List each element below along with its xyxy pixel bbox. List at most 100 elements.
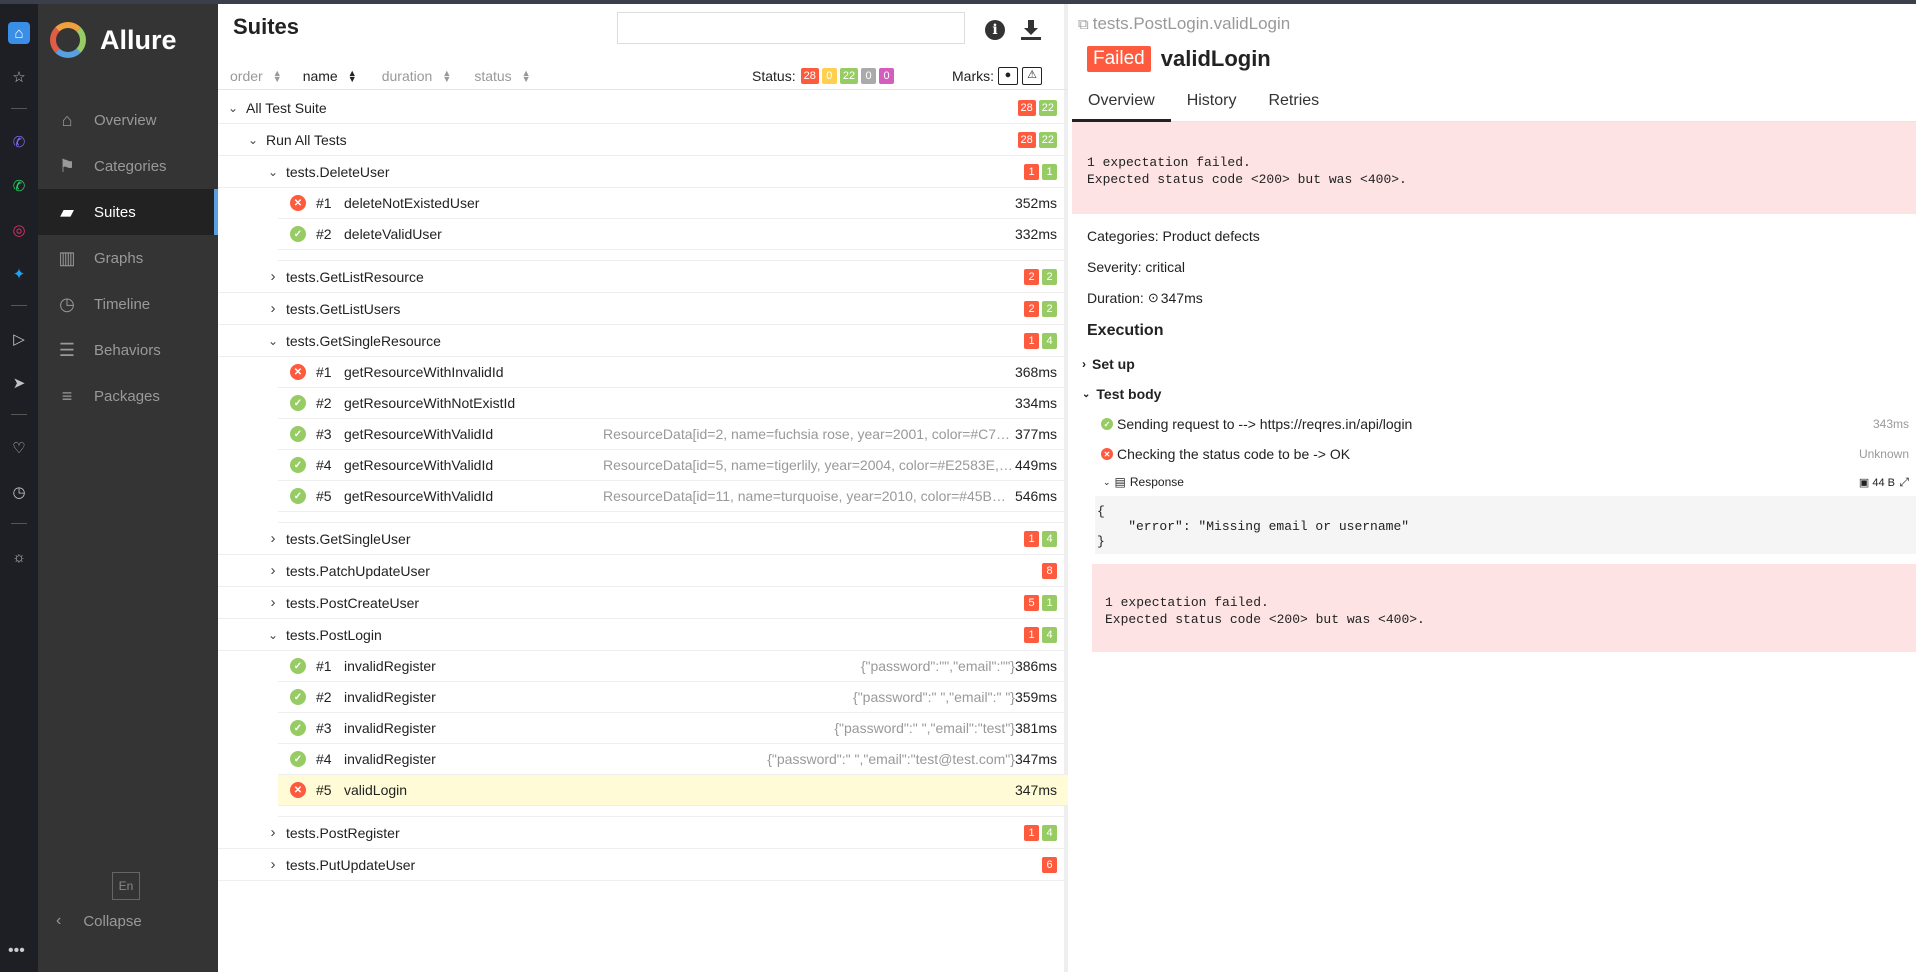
group-counts: 14 — [1021, 332, 1057, 349]
test-meta: {"password":" ","email":"test"} 381ms — [824, 720, 1057, 736]
heart-icon[interactable]: ♡ — [8, 437, 30, 459]
bar-chart-icon: ▥ — [58, 247, 76, 268]
test-row[interactable]: ✓ #3 getResourceWithValidId ResourceData[id… — [278, 419, 1068, 450]
history-clock-icon[interactable]: ◷ — [8, 481, 30, 503]
suite-group-row[interactable]: ⌄ Run All Tests 28 22 — [218, 124, 1068, 156]
suite-group-label: tests.PostRegister — [286, 824, 400, 841]
test-row[interactable]: ✕ #1 getResourceWithInvalidId 368ms — [278, 357, 1068, 388]
attachment-label: Response — [1129, 475, 1184, 489]
test-row[interactable]: ✕ #5 validLogin 347ms — [278, 775, 1068, 806]
step-check-status[interactable]: ✕ Checking the status code to be -> OK U… — [1101, 446, 1909, 462]
download-icon[interactable] — [1019, 18, 1043, 42]
instagram-icon[interactable]: ◎ — [8, 219, 30, 241]
chevron-down-icon: ⌄ — [1103, 476, 1111, 487]
test-name: getResourceWithNotExistId — [344, 395, 516, 411]
sidebar-item-overview[interactable]: ⌂ Overview — [38, 97, 218, 143]
sidebar-item-suites[interactable]: ▰ Suites — [38, 189, 218, 235]
new-failed-mark-icon[interactable]: ⚠ — [1022, 66, 1042, 85]
test-parameters: {"password":" ","email":"test@test.com"} — [767, 751, 1015, 767]
whatsapp-icon[interactable]: ✆ — [8, 175, 30, 197]
tab-retries[interactable]: Retries — [1252, 84, 1335, 122]
test-row[interactable]: ✓ #2 invalidRegister {"password":" ","email… — [278, 682, 1068, 713]
marks-label: Marks: — [952, 67, 994, 84]
test-row[interactable]: ✓ #4 getResourceWithValidId ResourceData[id… — [278, 450, 1068, 481]
group-counts: 14 — [1021, 530, 1057, 547]
sort-duration[interactable]: duration ▲ ▼ — [382, 68, 452, 84]
expand-icon[interactable]: ⤢ — [1899, 475, 1909, 490]
test-row[interactable]: ✓ #1 invalidRegister {"password":"","email"… — [278, 651, 1068, 682]
messenger-icon[interactable]: ✆ — [8, 131, 30, 153]
suite-group-row[interactable]: › tests.GetSingleUser 1 4 — [218, 523, 1068, 555]
info-icon[interactable]: i — [985, 20, 1005, 40]
failed-count-badge: 2 — [1024, 268, 1039, 285]
suite-group-row[interactable]: › tests.PutUpdateUser 6 — [218, 849, 1068, 881]
search-input[interactable] — [617, 12, 965, 44]
player-icon[interactable]: ▷ — [8, 328, 30, 350]
test-row[interactable]: ✕ #1 deleteNotExistedUser 352ms — [278, 188, 1068, 219]
collapse-button[interactable]: ‹ Collapse — [56, 912, 142, 930]
suite-group-row[interactable]: › tests.PostCreateUser 5 1 — [218, 587, 1068, 619]
tab-overview[interactable]: Overview — [1072, 84, 1171, 122]
sidebar-item-label: Suites — [94, 203, 136, 221]
categories: Categories: Product defects — [1087, 228, 1260, 244]
sidebar-item-graphs[interactable]: ▥ Graphs — [38, 235, 218, 281]
send-icon[interactable]: ➤ — [8, 372, 30, 394]
test-row[interactable]: ✓ #5 getResourceWithValidId ResourceData[id… — [278, 481, 1068, 512]
test-row[interactable]: ✓ #3 invalidRegister {"password":" ","email… — [278, 713, 1068, 744]
test-row[interactable]: ✓ #4 invalidRegister {"password":" ","email… — [278, 744, 1068, 775]
passed-icon: ✓ — [290, 488, 306, 504]
attachment-response[interactable]: ⌄ ▤ Response ▣ 44 B ⤢ — [1103, 475, 1909, 490]
suite-group-row[interactable]: ⌄ tests.DeleteUser 1 1 — [218, 156, 1068, 188]
passed-icon: ✓ — [290, 689, 306, 705]
more-icon[interactable]: ••• — [8, 942, 25, 960]
sidebar-item-categories[interactable]: ⚑ Categories — [38, 143, 218, 189]
sidebar-item-packages[interactable]: ≡ Packages — [38, 373, 218, 419]
browser-sidebar: ⌂ ☆ ✆ ✆ ◎ ✦ ▷ ➤ ♡ ◷ ☼ ••• — [0, 4, 38, 972]
passed-count-badge: 2 — [1042, 300, 1057, 317]
group-counts: 8 — [1039, 562, 1057, 579]
language-button[interactable]: En — [112, 872, 140, 900]
test-row[interactable]: ✓ #2 deleteValidUser 332ms — [278, 219, 1068, 250]
test-meta: ResourceData[id=5, name=tigerlily, year=… — [603, 457, 1057, 473]
sidebar-item-timeline[interactable]: ◷ Timeline — [38, 281, 218, 327]
sidebar-item-label: Behaviors — [94, 341, 161, 359]
step-sending-request[interactable]: ✓ Sending request to --> https://reqres.… — [1101, 416, 1909, 432]
setup-section[interactable]: › Set up — [1082, 356, 1135, 372]
status-broken-toggle[interactable]: 0 — [821, 67, 837, 84]
sort-status[interactable]: status ▲ ▼ — [474, 68, 530, 84]
test-duration: 352ms — [1014, 195, 1057, 211]
sort-arrows-icon: ▲ ▼ — [347, 67, 357, 84]
save-icon[interactable]: ▣ — [1859, 477, 1869, 489]
suite-tests: ✓ #1 invalidRegister {"password":"","email"… — [278, 651, 1068, 817]
status-skipped-toggle[interactable]: 0 — [861, 67, 877, 84]
sort-arrows-icon: ▲ ▼ — [272, 67, 282, 84]
suite-group-row[interactable]: ⌄ tests.GetSingleResource 1 4 — [218, 325, 1068, 357]
status-unknown-toggle[interactable]: 0 — [879, 67, 895, 84]
suite-group-row[interactable]: ⌄ tests.PostLogin 1 4 — [218, 619, 1068, 651]
suites-pane: Suites i order ▲ ▼ name ▲ ▼ duration ▲ ▼ statu… — [218, 4, 1068, 972]
test-name: getResourceWithValidId — [344, 457, 494, 473]
test-body-section[interactable]: ⌄ Test body — [1082, 386, 1161, 402]
flaky-mark-icon[interactable]: ● — [998, 66, 1018, 85]
sidebar-item-behaviors[interactable]: ☰ Behaviors — [38, 327, 218, 373]
test-row[interactable]: ✓ #2 getResourceWithNotExistId 334ms — [278, 388, 1068, 419]
suite-group-row[interactable]: ⌄ All Test Suite 28 22 — [218, 92, 1068, 124]
status-failed-toggle[interactable]: 28 — [800, 67, 819, 84]
suite-group-row[interactable]: › tests.GetListUsers 2 2 — [218, 293, 1068, 325]
star-icon[interactable]: ☆ — [8, 66, 30, 88]
status-passed-toggle[interactable]: 22 — [839, 67, 859, 84]
sort-order[interactable]: order ▲ ▼ — [230, 67, 282, 84]
sort-name[interactable]: name ▲ ▼ — [303, 67, 357, 84]
home-app-icon[interactable]: ⌂ — [8, 22, 30, 44]
suite-group-row[interactable]: › tests.PostRegister 1 4 — [218, 817, 1068, 849]
suite-group-row[interactable]: › tests.PatchUpdateUser 8 — [218, 555, 1068, 587]
suite-group-row[interactable]: › tests.GetListResource 2 2 — [218, 261, 1068, 293]
suite-group-label: tests.PostCreateUser — [286, 594, 420, 611]
copy-icon[interactable]: ⧉ — [1078, 16, 1089, 33]
failed-count-badge: 5 — [1024, 594, 1039, 611]
tab-history[interactable]: History — [1171, 84, 1253, 122]
twitter-icon[interactable]: ✦ — [8, 263, 30, 285]
bulb-icon[interactable]: ☼ — [8, 546, 30, 568]
brand[interactable]: Allure — [50, 22, 177, 58]
passed-icon: ✓ — [290, 457, 306, 473]
